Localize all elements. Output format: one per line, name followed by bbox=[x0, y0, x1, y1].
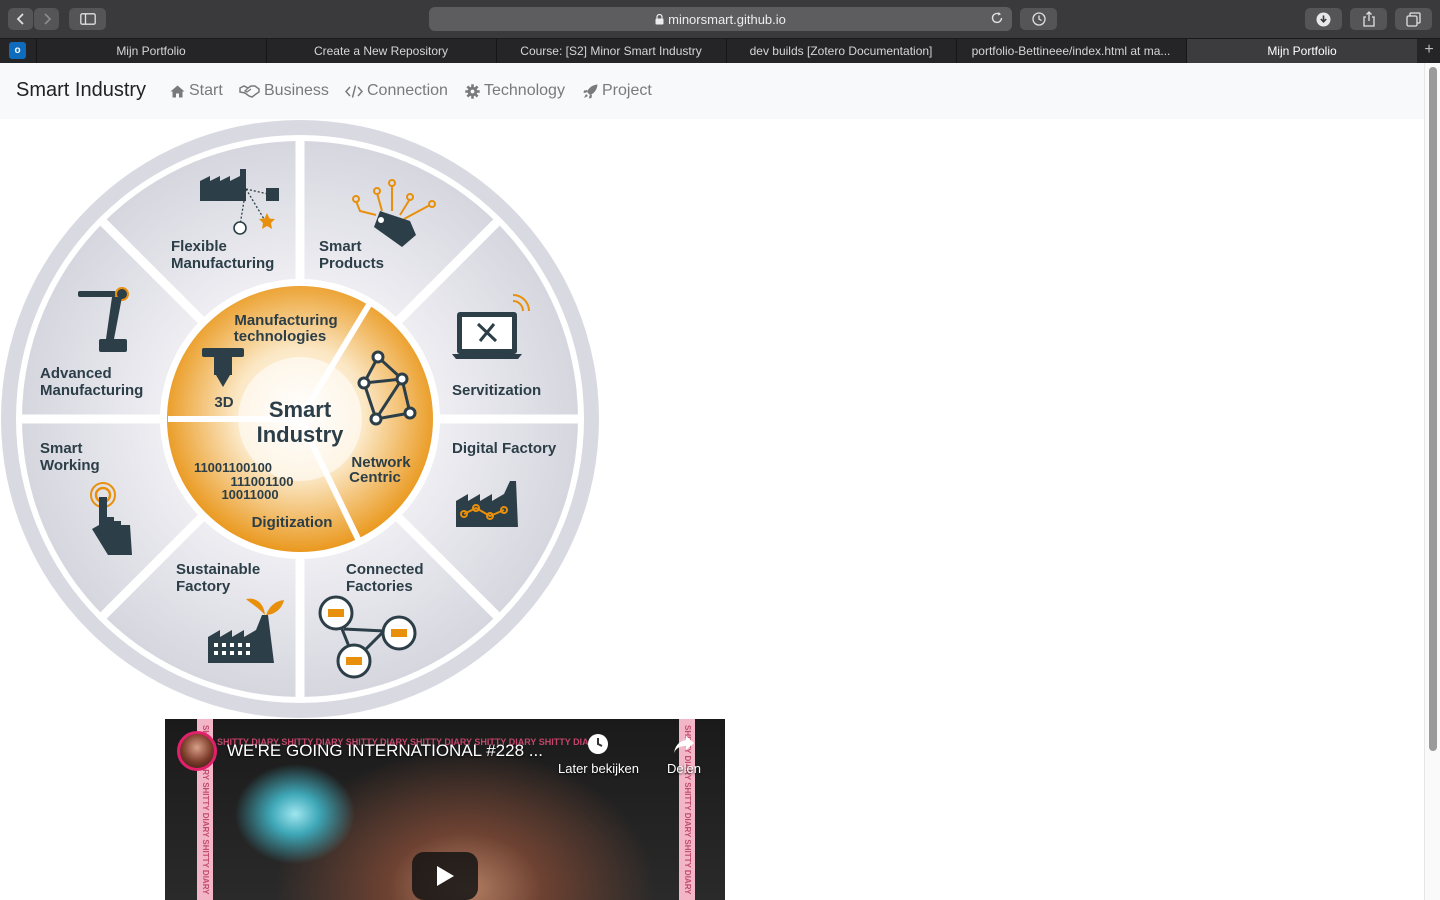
lock-icon bbox=[655, 13, 664, 24]
chevron-left-icon bbox=[16, 13, 24, 25]
nav-label: Technology bbox=[484, 82, 565, 99]
nav-label: Business bbox=[264, 82, 329, 99]
clock-icon bbox=[1031, 12, 1046, 26]
inner-3d-label: 3D bbox=[214, 394, 233, 411]
reload-icon[interactable] bbox=[990, 11, 1004, 25]
tab-zotero-dev-builds[interactable]: dev builds [Zotero Documentation] bbox=[726, 39, 955, 63]
tab-label: Course: [S2] Minor Smart Industry bbox=[520, 44, 702, 58]
page-scrollbar[interactable] bbox=[1424, 63, 1440, 900]
tab-course-minor[interactable]: Course: [S2] Minor Smart Industry bbox=[496, 39, 725, 63]
back-button[interactable] bbox=[8, 8, 33, 30]
clock-icon bbox=[588, 734, 609, 754]
seg-smart-working-line2: Working bbox=[40, 457, 100, 474]
gear-icon bbox=[465, 83, 480, 99]
code-icon bbox=[345, 84, 363, 98]
watch-later-button[interactable]: Later bekijken bbox=[558, 733, 639, 776]
tab-strip: Mijn Portfolio Create a New Repository C… bbox=[0, 38, 1440, 63]
center-title-line1: Smart bbox=[269, 397, 332, 422]
nav-technology[interactable]: Technology bbox=[465, 82, 565, 100]
site-brand[interactable]: Smart Industry bbox=[16, 79, 146, 102]
tabs-icon bbox=[1406, 11, 1421, 27]
seg-sustainable-line1: Sustainable bbox=[176, 561, 260, 578]
tab-label: Mijn Portfolio bbox=[1267, 44, 1337, 58]
browser-toolbar: minorsmart.github.io bbox=[0, 0, 1440, 38]
outlook-letter: o bbox=[14, 45, 21, 56]
seg-advanced-line1: Advanced bbox=[40, 365, 112, 382]
url-text: minorsmart.github.io bbox=[668, 11, 786, 27]
youtube-video-embed[interactable]: SHITTY DIARY SHITTY DIARY SHITTY DIARY S… bbox=[165, 719, 725, 900]
nav-label: Connection bbox=[367, 82, 448, 99]
watch-later-label: Later bekijken bbox=[558, 761, 639, 776]
tabs-overview-button[interactable] bbox=[1395, 8, 1432, 30]
nav-start[interactable]: Start bbox=[170, 82, 223, 100]
nav-label: Start bbox=[189, 82, 223, 99]
share-arrow-icon bbox=[673, 736, 694, 753]
smart-industry-wheel: Smart Industry Manufacturing technologie… bbox=[1, 120, 599, 718]
outlook-icon[interactable]: o bbox=[9, 42, 26, 59]
sidebar-icon bbox=[79, 13, 96, 25]
binary-line3: 10011000 bbox=[221, 487, 278, 502]
tab-portfolio-index[interactable]: portfolio-Bettineee/index.html at ma... bbox=[956, 39, 1185, 63]
seg-flexible-line1: Flexible bbox=[171, 238, 227, 255]
share-video-button[interactable]: Delen bbox=[667, 733, 701, 776]
rocket-icon bbox=[583, 84, 598, 99]
seg-connected-line2: Factories bbox=[346, 578, 413, 595]
address-bar[interactable]: minorsmart.github.io bbox=[429, 7, 1012, 31]
share-button[interactable] bbox=[1350, 8, 1387, 30]
history-button[interactable] bbox=[1020, 8, 1057, 30]
tab-label: portfolio-Bettineee/index.html at ma... bbox=[971, 44, 1171, 58]
seg-smart-products-line2: Products bbox=[319, 255, 384, 272]
seg-sustainable-line2: Factory bbox=[176, 578, 231, 595]
nav-project[interactable]: Project bbox=[583, 82, 652, 100]
tab-mijn-portfolio-1[interactable]: Mijn Portfolio bbox=[36, 39, 265, 63]
inner-network-line2: Centric bbox=[349, 469, 401, 486]
share-icon bbox=[1362, 11, 1375, 27]
sidebar-toggle-button[interactable] bbox=[69, 8, 106, 30]
seg-connected-line1: Connected bbox=[346, 561, 424, 578]
play-icon bbox=[437, 866, 454, 886]
channel-avatar[interactable] bbox=[177, 731, 217, 771]
site-navbar: Smart Industry Start Business Connection… bbox=[0, 63, 1424, 119]
scrollbar-thumb[interactable] bbox=[1429, 67, 1437, 751]
inner-manufacturing-line2: technologies bbox=[234, 328, 327, 345]
plus-icon: + bbox=[1424, 41, 1434, 58]
inner-manufacturing-line1: Manufacturing bbox=[234, 312, 337, 329]
tab-label: Create a New Repository bbox=[313, 44, 449, 58]
download-icon bbox=[1316, 12, 1331, 26]
tab-create-repository[interactable]: Create a New Repository bbox=[266, 39, 495, 63]
chevron-right-icon bbox=[43, 13, 51, 25]
forward-button[interactable] bbox=[34, 8, 59, 30]
nav-business[interactable]: Business bbox=[239, 82, 329, 100]
new-tab-button[interactable]: + bbox=[1418, 38, 1440, 62]
seg-smart-products-line1: Smart bbox=[319, 238, 362, 255]
home-icon bbox=[170, 85, 185, 98]
tab-label: dev builds [Zotero Documentation] bbox=[749, 44, 933, 58]
tab-mijn-portfolio-active[interactable]: Mijn Portfolio bbox=[1186, 39, 1417, 63]
downloads-button[interactable] bbox=[1305, 8, 1342, 30]
seg-advanced-line2: Manufacturing bbox=[40, 382, 143, 399]
seg-servitization: Servitization bbox=[452, 382, 541, 399]
tab-label: Mijn Portfolio bbox=[116, 44, 186, 58]
nav-label: Project bbox=[602, 82, 652, 99]
video-title[interactable]: WE'RE GOING INTERNATIONAL #228 ... bbox=[227, 741, 543, 761]
seg-smart-working-line1: Smart bbox=[40, 440, 83, 457]
nav-connection[interactable]: Connection bbox=[345, 82, 448, 100]
inner-digitization: Digitization bbox=[252, 514, 333, 531]
center-title-line2: Industry bbox=[257, 422, 345, 447]
seg-digital-factory: Digital Factory bbox=[452, 440, 557, 457]
handshake-icon bbox=[239, 84, 260, 98]
share-label: Delen bbox=[667, 761, 701, 776]
play-button[interactable] bbox=[412, 852, 478, 900]
binary-line1: 11001100100 bbox=[194, 460, 272, 475]
seg-flexible-line2: Manufacturing bbox=[171, 255, 274, 272]
